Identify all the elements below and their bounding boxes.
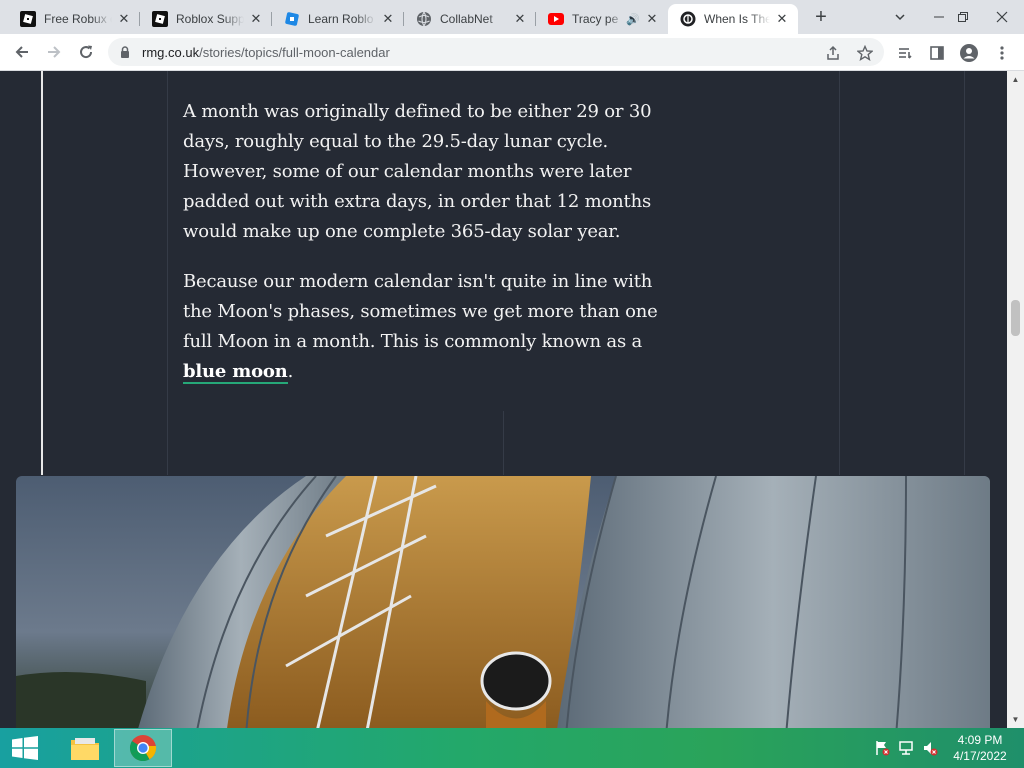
address-bar[interactable]: rmg.co.uk/stories/topics/full-moon-calen… bbox=[108, 38, 884, 66]
new-tab-button[interactable]: + bbox=[809, 5, 833, 29]
blue-moon-link[interactable]: blue moon bbox=[183, 361, 288, 384]
rmg-icon bbox=[680, 11, 696, 27]
timeline-line bbox=[41, 71, 43, 475]
windows-taskbar: 4:09 PM 4/17/2022 bbox=[0, 728, 1024, 768]
tab-title: Learn Roblo bbox=[308, 12, 374, 26]
reload-icon bbox=[80, 45, 93, 59]
page-viewport: A month was originally defined to be eit… bbox=[0, 71, 1007, 728]
clock-time: 4:09 PM bbox=[957, 733, 1003, 747]
scroll-up-arrow-icon[interactable]: ▲ bbox=[1007, 71, 1024, 88]
tab-free-robux[interactable]: Free Robux o ✕ bbox=[8, 4, 140, 34]
close-tab-icon[interactable]: ✕ bbox=[380, 11, 396, 27]
article-paragraph: Because our modern calendar isn't quite … bbox=[183, 267, 663, 387]
close-tab-icon[interactable]: ✕ bbox=[644, 11, 660, 27]
tab-learn-roblox[interactable]: Learn Roblo ✕ bbox=[272, 4, 404, 34]
forward-arrow-icon bbox=[48, 46, 61, 58]
browser-toolbar: rmg.co.uk/stories/topics/full-moon-calen… bbox=[0, 34, 1024, 71]
chrome-taskbar-icon[interactable] bbox=[114, 729, 172, 767]
observatory-dome-photo bbox=[16, 476, 990, 728]
column-divider bbox=[964, 71, 965, 475]
system-clock[interactable]: 4:09 PM 4/17/2022 bbox=[944, 732, 1016, 764]
tab-youtube-tracy[interactable]: Tracy pe 🔊 ✕ bbox=[536, 4, 668, 34]
kebab-menu-icon[interactable] bbox=[993, 44, 1011, 62]
profile-avatar-icon[interactable] bbox=[960, 44, 978, 62]
column-divider bbox=[503, 411, 504, 475]
reading-list-icon[interactable] bbox=[896, 44, 914, 62]
globe-icon bbox=[416, 11, 432, 27]
url-path: /stories/topics/full-moon-calendar bbox=[199, 45, 390, 60]
scroll-down-arrow-icon[interactable]: ▼ bbox=[1007, 711, 1024, 728]
column-divider bbox=[167, 71, 168, 475]
bookmark-star-icon[interactable] bbox=[856, 44, 874, 62]
article-body: A month was originally defined to be eit… bbox=[183, 97, 663, 407]
observatory-illustration bbox=[16, 476, 990, 728]
back-button[interactable] bbox=[8, 38, 36, 66]
url-domain: rmg.co.uk bbox=[142, 45, 200, 60]
roblox-icon bbox=[152, 11, 168, 27]
windows-logo-icon bbox=[12, 736, 38, 760]
tab-title: When Is The bbox=[704, 12, 770, 26]
close-window-button[interactable] bbox=[979, 0, 1024, 34]
paragraph-end: . bbox=[287, 361, 294, 382]
scrollbar-thumb[interactable] bbox=[1011, 300, 1020, 336]
roblox-studio-icon bbox=[284, 11, 300, 27]
file-explorer-icon[interactable] bbox=[56, 729, 114, 767]
tab-strip: Free Robux o ✕ Roblox Supp ✕ Learn Roblo… bbox=[0, 0, 1024, 34]
lock-icon bbox=[121, 46, 129, 58]
clock-date: 4/17/2022 bbox=[953, 749, 1007, 763]
url-text[interactable]: rmg.co.uk/stories/topics/full-moon-calen… bbox=[142, 45, 390, 60]
action-center-flag-icon[interactable] bbox=[874, 740, 890, 756]
reload-button[interactable] bbox=[72, 38, 100, 66]
youtube-icon bbox=[548, 11, 564, 27]
tab-when-is-the-full-moon[interactable]: When Is The ✕ bbox=[668, 4, 798, 34]
start-button[interactable] bbox=[0, 728, 50, 768]
tab-roblox-support[interactable]: Roblox Supp ✕ bbox=[140, 4, 272, 34]
share-icon[interactable] bbox=[824, 44, 842, 62]
close-tab-icon[interactable]: ✕ bbox=[512, 11, 528, 27]
column-divider bbox=[839, 71, 840, 475]
tab-title: Roblox Supp bbox=[176, 12, 244, 26]
tab-collabnet[interactable]: CollabNet ✕ bbox=[404, 4, 536, 34]
paragraph-text: Because our modern calendar isn't quite … bbox=[183, 271, 658, 352]
network-icon[interactable] bbox=[898, 740, 914, 756]
vertical-scrollbar[interactable]: ▲ ▼ bbox=[1007, 71, 1024, 728]
tab-title: CollabNet bbox=[440, 12, 493, 26]
roblox-icon bbox=[20, 11, 36, 27]
close-tab-icon[interactable]: ✕ bbox=[248, 11, 264, 27]
article-paragraph: A month was originally defined to be eit… bbox=[183, 101, 652, 242]
close-tab-icon[interactable]: ✕ bbox=[774, 11, 790, 27]
volume-muted-icon[interactable] bbox=[922, 740, 938, 756]
forward-button[interactable] bbox=[40, 38, 68, 66]
back-arrow-icon bbox=[15, 46, 28, 58]
close-tab-icon[interactable]: ✕ bbox=[116, 11, 132, 27]
side-panel-icon[interactable] bbox=[928, 44, 946, 62]
tab-title: Free Robux o bbox=[44, 12, 112, 26]
tab-title: Tracy pe bbox=[572, 12, 619, 26]
speaker-icon[interactable]: 🔊 bbox=[626, 13, 640, 26]
